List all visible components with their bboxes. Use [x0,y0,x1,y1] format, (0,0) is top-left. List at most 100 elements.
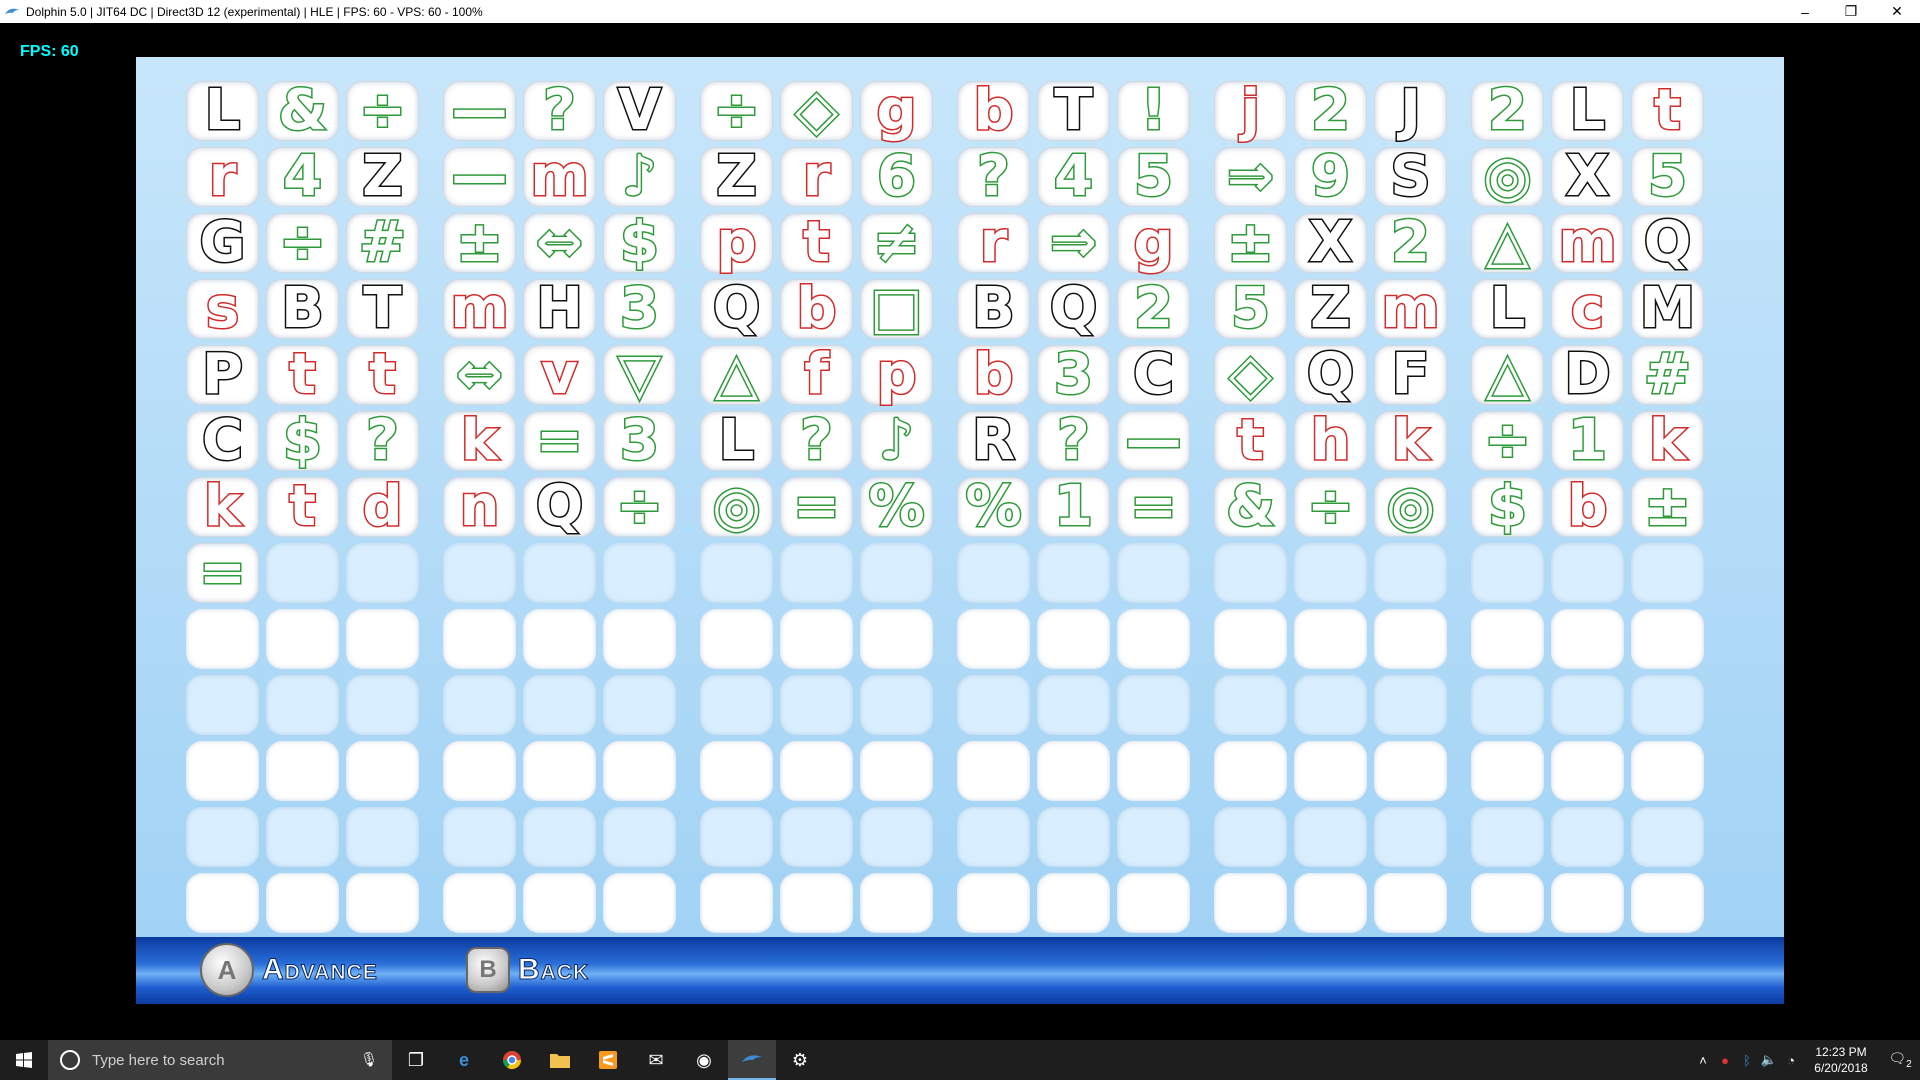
empty-tile[interactable] [186,741,259,801]
symbol-tile[interactable]: % [860,477,933,537]
symbol-tile[interactable]: — [443,81,516,141]
empty-tile[interactable] [603,741,676,801]
close-button[interactable]: ✕ [1874,0,1920,23]
empty-tile[interactable] [266,675,339,735]
empty-tile[interactable] [1214,807,1287,867]
empty-tile[interactable] [346,873,419,933]
symbol-tile[interactable]: ◎ [700,477,773,537]
symbol-tile[interactable]: r [780,147,853,207]
symbol-tile[interactable]: t [266,345,339,405]
symbol-tile[interactable]: ? [1037,411,1110,471]
symbol-tile[interactable]: = [780,477,853,537]
symbol-tile[interactable]: ? [780,411,853,471]
empty-tile[interactable] [523,873,596,933]
empty-tile[interactable] [1037,543,1110,603]
symbol-tile[interactable]: $ [603,213,676,273]
symbol-tile[interactable]: & [266,81,339,141]
symbol-tile[interactable]: ÷ [266,213,339,273]
symbol-tile[interactable]: ⇒ [1037,213,1110,273]
tray-chevron-up-icon[interactable]: ˄ [1692,1053,1714,1068]
empty-tile[interactable] [603,807,676,867]
symbol-tile[interactable]: L [700,411,773,471]
symbol-tile[interactable]: Q [523,477,596,537]
empty-tile[interactable] [1471,807,1544,867]
symbol-tile[interactable]: 3 [1037,345,1110,405]
windows-start-icon[interactable] [0,1040,48,1080]
symbol-tile[interactable]: △ [700,345,773,405]
symbol-tile[interactable]: v [523,345,596,405]
empty-tile[interactable] [1294,609,1367,669]
empty-tile[interactable] [860,741,933,801]
symbol-tile[interactable]: — [1117,411,1190,471]
empty-tile[interactable] [1294,741,1367,801]
empty-tile[interactable] [523,741,596,801]
symbol-tile[interactable]: 2 [1294,81,1367,141]
symbol-tile[interactable]: M [1631,279,1704,339]
symbol-tile[interactable]: k [1374,411,1447,471]
empty-tile[interactable] [1374,543,1447,603]
symbol-tile[interactable]: 1 [1037,477,1110,537]
empty-tile[interactable] [346,675,419,735]
empty-tile[interactable] [780,675,853,735]
empty-tile[interactable] [523,807,596,867]
symbol-tile[interactable]: j [1214,81,1287,141]
symbol-tile[interactable]: T [1037,81,1110,141]
empty-tile[interactable] [186,675,259,735]
empty-tile[interactable] [860,807,933,867]
empty-tile[interactable] [1631,675,1704,735]
symbol-tile[interactable]: ♪ [860,411,933,471]
edge-icon[interactable]: e [440,1040,488,1080]
symbol-tile[interactable]: d [346,477,419,537]
symbol-tile[interactable]: L [186,81,259,141]
mail-icon[interactable]: ✉ [632,1040,680,1080]
empty-tile[interactable] [266,807,339,867]
empty-tile[interactable] [186,609,259,669]
task-view-icon[interactable]: ❐ [392,1040,440,1080]
empty-tile[interactable] [266,741,339,801]
symbol-tile[interactable]: △ [1471,213,1544,273]
symbol-tile[interactable]: ÷ [346,81,419,141]
symbol-tile[interactable]: c [1551,279,1624,339]
symbol-tile[interactable]: ≠ [860,213,933,273]
file-explorer-icon[interactable] [536,1040,584,1080]
empty-tile[interactable] [1037,609,1110,669]
empty-tile[interactable] [1374,675,1447,735]
empty-tile[interactable] [1214,543,1287,603]
empty-tile[interactable] [700,807,773,867]
empty-tile[interactable] [443,873,516,933]
symbol-tile[interactable]: t [266,477,339,537]
empty-tile[interactable] [780,543,853,603]
empty-tile[interactable] [1631,741,1704,801]
symbol-tile[interactable]: $ [1471,477,1544,537]
microphone-icon[interactable]: 🎙 [360,1051,378,1068]
symbol-tile[interactable]: m [523,147,596,207]
volume-icon[interactable]: 🔈 [1758,1052,1780,1068]
empty-tile[interactable] [1471,543,1544,603]
empty-tile[interactable] [860,609,933,669]
empty-tile[interactable] [1117,543,1190,603]
minimize-button[interactable]: – [1782,0,1828,23]
action-center-icon[interactable]: 🗨2 [1880,1050,1920,1070]
symbol-tile[interactable]: 2 [1471,81,1544,141]
media-app-icon[interactable]: ◉ [680,1040,728,1080]
symbol-tile[interactable]: Q [1294,345,1367,405]
symbol-tile[interactable]: b [957,345,1030,405]
symbol-tile[interactable]: J [1374,81,1447,141]
symbol-tile[interactable]: Z [1294,279,1367,339]
symbol-tile[interactable]: Q [1631,213,1704,273]
symbol-tile[interactable]: 9 [1294,147,1367,207]
settings-gear-icon[interactable]: ⚙ [776,1040,824,1080]
symbol-tile[interactable]: V [603,81,676,141]
empty-tile[interactable] [1037,675,1110,735]
symbol-tile[interactable]: m [443,279,516,339]
symbol-tile[interactable]: 5 [1214,279,1287,339]
empty-tile[interactable] [860,543,933,603]
empty-tile[interactable] [957,609,1030,669]
symbol-tile[interactable]: □ [860,279,933,339]
empty-tile[interactable] [443,609,516,669]
symbol-tile[interactable]: b [957,81,1030,141]
empty-tile[interactable] [1117,609,1190,669]
empty-tile[interactable] [603,675,676,735]
symbol-tile[interactable]: 1 [1551,411,1624,471]
symbol-tile[interactable]: b [780,279,853,339]
